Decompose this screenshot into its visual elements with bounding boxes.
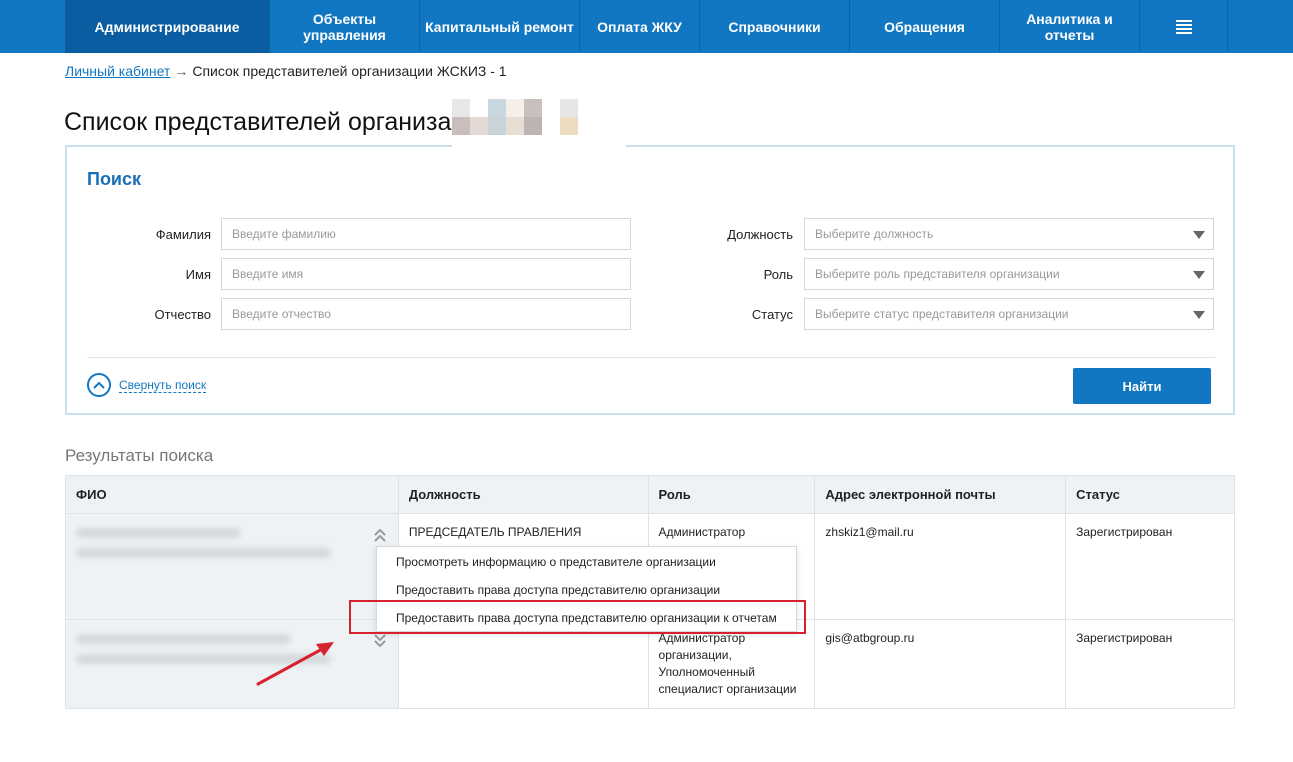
collapse-search-label: Свернуть поиск — [119, 377, 207, 393]
menu-item-view-representative[interactable]: Просмотреть информацию о представителе о… — [396, 555, 716, 569]
chevron-down-icon — [1193, 311, 1205, 319]
nav-item-management-objects[interactable]: Объекты управления — [270, 0, 420, 53]
column-header-status: Статус — [1065, 475, 1235, 514]
lastname-input[interactable]: Введите фамилию — [221, 218, 631, 250]
role-label: Роль — [763, 267, 793, 282]
breadcrumb-home-link[interactable]: Личный кабинет — [65, 63, 170, 79]
nav-item-capital-repair[interactable]: Капитальный ремонт — [420, 0, 580, 53]
position-select[interactable]: Выберите должность — [804, 218, 1214, 250]
status-cell: Зарегистрирован — [1065, 513, 1235, 620]
column-header-email: Адрес электронной почты — [814, 475, 1067, 514]
position-label: Должность — [727, 227, 793, 242]
nav-item-appeals[interactable]: Обращения — [850, 0, 1000, 53]
firstname-label: Имя — [185, 267, 211, 282]
role-select[interactable]: Выберите роль представителя организации — [804, 258, 1214, 290]
chevron-down-icon — [1193, 271, 1205, 279]
nav-item-analytics-reports[interactable]: Аналитика и отчеты — [1000, 0, 1140, 53]
menu-item-grant-report-access[interactable]: Предоставить права доступа представителю… — [396, 611, 777, 625]
top-navigation-bar: Администрирование Объекты управления Кап… — [0, 0, 1293, 53]
breadcrumb: Личный кабинет → Список представителей о… — [65, 63, 507, 79]
panel-border-gap — [452, 135, 626, 149]
double-chevron-down-icon[interactable] — [374, 634, 386, 648]
chevron-down-icon — [1193, 231, 1205, 239]
red-pointer-arrow-icon — [256, 642, 334, 686]
position-cell — [397, 619, 649, 709]
breadcrumb-separator: → — [174, 63, 189, 79]
menu-item-grant-access[interactable]: Предоставить права доступа представителю… — [396, 583, 720, 597]
nav-item-housing-payment[interactable]: Оплата ЖКУ — [580, 0, 700, 53]
results-title: Результаты поиска — [65, 446, 214, 465]
firstname-input[interactable]: Введите имя — [221, 258, 631, 290]
patronymic-label: Отчество — [154, 307, 211, 322]
position-select-placeholder: Выберите должность — [815, 227, 934, 241]
role-select-placeholder: Выберите роль представителя организации — [815, 267, 1060, 281]
column-header-fio: ФИО — [65, 475, 399, 514]
column-header-position: Должность — [397, 475, 649, 514]
table-row[interactable]: Администратор организации, Уполномоченны… — [65, 619, 1235, 709]
status-label: Статус — [751, 307, 793, 322]
lastname-label: Фамилия — [155, 227, 211, 242]
email-cell: gis@atbgroup.ru — [814, 619, 1067, 709]
chevron-up-circle-icon — [87, 373, 111, 397]
search-panel: Поиск Фамилия Введите фамилию Имя Введит… — [65, 145, 1235, 415]
role-cell: Администратор организации, Уполномоченны… — [647, 619, 816, 709]
fio-cell-redacted — [65, 513, 399, 620]
find-button[interactable]: Найти — [1073, 368, 1211, 404]
email-cell: zhskiz1@mail.ru — [814, 513, 1067, 620]
status-select-placeholder: Выберите статус представителя организаци… — [815, 307, 1069, 321]
nav-item-references[interactable]: Справочники — [700, 0, 850, 53]
collapse-search-toggle[interactable]: Свернуть поиск — [87, 373, 207, 397]
status-cell: Зарегистрирован — [1065, 619, 1235, 709]
search-divider — [87, 357, 1215, 358]
patronymic-input[interactable]: Введите отчество — [221, 298, 631, 330]
nav-item-administration[interactable]: Администрирование — [65, 0, 270, 53]
double-chevron-up-icon[interactable] — [374, 528, 386, 542]
breadcrumb-current: Список представителей организации ЖСКИЗ … — [192, 63, 507, 79]
search-title: Поиск — [87, 169, 142, 189]
table-header-row: ФИО Должность Роль Адрес электронной поч… — [65, 475, 1235, 514]
status-select[interactable]: Выберите статус представителя организаци… — [804, 298, 1214, 330]
row-actions-menu: Просмотреть информацию о представителе о… — [376, 546, 797, 632]
page-title: Список представителей организации — [64, 108, 494, 136]
redacted-title-suffix — [452, 99, 578, 135]
column-header-role: Роль — [647, 475, 816, 514]
hamburger-menu-icon[interactable] — [1140, 0, 1228, 53]
fio-cell-redacted — [65, 619, 399, 709]
